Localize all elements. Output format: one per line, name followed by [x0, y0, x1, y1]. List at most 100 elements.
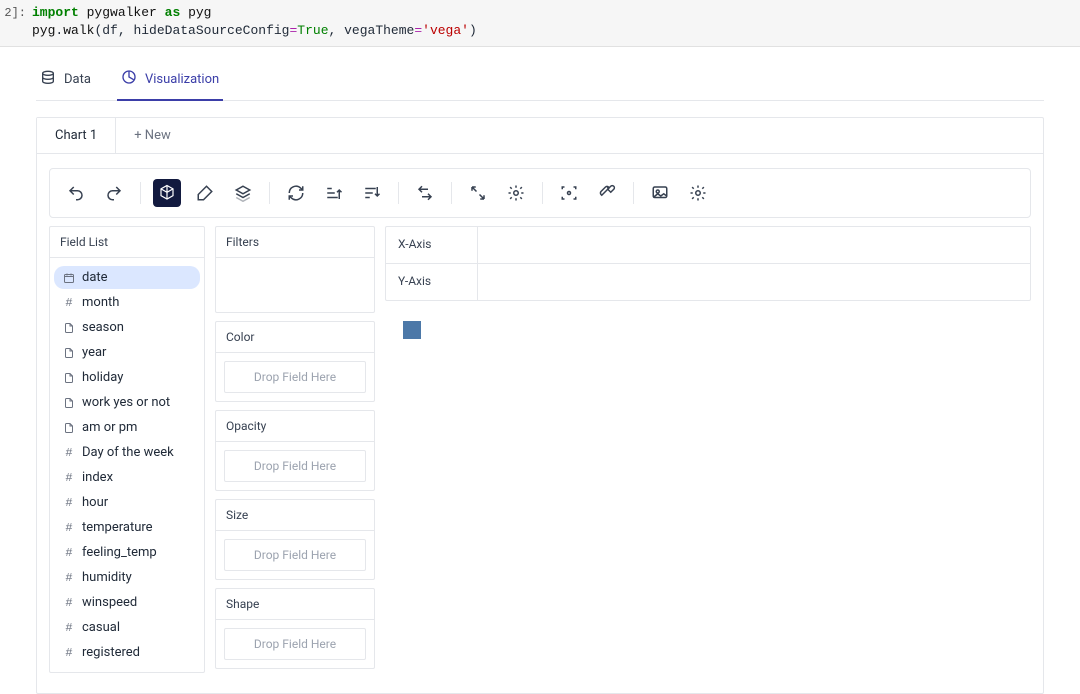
field-holiday[interactable]: holiday: [54, 366, 200, 389]
field-Day-of-the-week[interactable]: # Day of the week: [54, 441, 200, 464]
quant-type-icon: #: [62, 646, 76, 660]
field-index[interactable]: # index: [54, 466, 200, 489]
quant-type-icon: #: [62, 546, 76, 560]
output-area: Data Visualization Chart 1 + New: [0, 47, 1080, 694]
y-axis-shelf: Y-Axis: [386, 264, 1030, 300]
field-label: temperature: [82, 520, 153, 535]
field-label: work yes or not: [82, 395, 170, 410]
field-label: winspeed: [82, 595, 137, 610]
tab-data-label: Data: [64, 72, 91, 87]
field-winspeed[interactable]: # winspeed: [54, 591, 200, 614]
tab-data[interactable]: Data: [36, 61, 95, 100]
field-label: humidity: [82, 570, 132, 585]
date-type-icon: [62, 272, 76, 284]
chart-tab-active[interactable]: Chart 1: [37, 118, 116, 153]
shape-dropzone[interactable]: Drop Field Here: [224, 628, 366, 660]
field-label: index: [82, 470, 113, 485]
redo-button[interactable]: [100, 179, 128, 207]
canvas-column: X-Axis Y-Axis: [385, 226, 1031, 681]
nominal-type-icon: [62, 372, 76, 384]
quant-type-icon: #: [62, 596, 76, 610]
scan-button[interactable]: [555, 179, 583, 207]
y-axis-dropzone[interactable]: [478, 264, 1030, 300]
axis-shelves: X-Axis Y-Axis: [385, 226, 1031, 301]
color-panel: Color Drop Field Here: [215, 321, 375, 402]
export-image-button[interactable]: [646, 179, 674, 207]
sort-desc-button[interactable]: [358, 179, 386, 207]
opacity-panel: Opacity Drop Field Here: [215, 410, 375, 491]
field-feeling_temp[interactable]: # feeling_temp: [54, 541, 200, 564]
field-label: date: [82, 270, 108, 285]
mark-type-button[interactable]: [191, 179, 219, 207]
viz-frame: Chart 1 + New: [36, 117, 1044, 694]
x-axis-dropzone[interactable]: [478, 227, 1030, 263]
field-hour[interactable]: #hour: [54, 491, 200, 514]
size-dropzone[interactable]: Drop Field Here: [224, 539, 366, 571]
field-label: feeling_temp: [82, 545, 157, 560]
field-casual[interactable]: #casual: [54, 616, 200, 639]
field-am-or-pm[interactable]: am or pm: [54, 416, 200, 439]
default-mark: [403, 321, 421, 339]
field-month[interactable]: # month: [54, 291, 200, 314]
field-work-yes-or-not[interactable]: work yes or not: [54, 391, 200, 414]
refresh-button[interactable]: [282, 179, 310, 207]
field-year[interactable]: year: [54, 341, 200, 364]
field-label: Day of the week: [82, 445, 174, 460]
chart-tab-new[interactable]: + New: [116, 118, 189, 153]
field-date[interactable]: date: [54, 266, 200, 289]
config-button[interactable]: [593, 179, 621, 207]
top-tabs: Data Visualization: [36, 61, 1044, 101]
nominal-type-icon: [62, 322, 76, 334]
size-panel: Size Drop Field Here: [215, 499, 375, 580]
field-registered[interactable]: # registered: [54, 641, 200, 664]
stack-button[interactable]: [229, 179, 257, 207]
tab-visualization[interactable]: Visualization: [117, 61, 223, 101]
sort-asc-button[interactable]: [320, 179, 348, 207]
field-temperature[interactable]: # temperature: [54, 516, 200, 539]
shape-panel: Shape Drop Field Here: [215, 588, 375, 669]
toolbar: [49, 168, 1031, 218]
transpose-button[interactable]: [411, 179, 439, 207]
layout-button[interactable]: [464, 179, 492, 207]
database-icon: [40, 70, 56, 90]
quant-type-icon: #: [62, 296, 76, 310]
filters-dropzone[interactable]: [216, 258, 374, 312]
nominal-type-icon: [62, 397, 76, 409]
field-list-panel: Field List date # month season year holiday wo…: [49, 226, 205, 673]
field-label: season: [82, 320, 124, 335]
nominal-type-icon: [62, 422, 76, 434]
workspace: Field List date # month season year holiday wo…: [37, 226, 1043, 693]
field-label: am or pm: [82, 420, 137, 435]
undo-button[interactable]: [62, 179, 90, 207]
field-list-column: Field List date # month season year holiday wo…: [49, 226, 205, 681]
chart-canvas[interactable]: [385, 311, 1031, 345]
aggregation-toggle[interactable]: [153, 179, 181, 207]
field-label: year: [82, 345, 106, 360]
field-list-header: Field List: [50, 227, 204, 258]
quant-type-icon: #: [62, 496, 76, 510]
field-label: month: [82, 295, 119, 310]
channels-column: Filters Color Drop Field Here Opacity Dr…: [215, 226, 375, 681]
field-label: casual: [82, 620, 120, 635]
field-label: holiday: [82, 370, 123, 385]
chart-tab-row: Chart 1 + New: [37, 118, 1043, 154]
field-humidity[interactable]: # humidity: [54, 566, 200, 589]
field-season[interactable]: season: [54, 316, 200, 339]
export-settings-button[interactable]: [684, 179, 712, 207]
x-axis-shelf: X-Axis: [386, 227, 1030, 264]
color-dropzone[interactable]: Drop Field Here: [224, 361, 366, 393]
field-label: registered: [82, 645, 140, 660]
chart-icon: [121, 69, 137, 89]
nominal-type-icon: [62, 347, 76, 359]
quant-type-icon: #: [62, 521, 76, 535]
field-list-body: date # month season year holiday work yes or n…: [50, 258, 204, 672]
code-cell: 2]: import pygwalker as pyg pyg.walk(df,…: [0, 0, 1080, 47]
opacity-dropzone[interactable]: Drop Field Here: [224, 450, 366, 482]
quant-type-icon: #: [62, 571, 76, 585]
quant-type-icon: #: [62, 471, 76, 485]
tab-viz-label: Visualization: [145, 72, 219, 87]
quant-type-icon: #: [62, 446, 76, 460]
code-block[interactable]: import pygwalker as pyg pyg.walk(df, hid…: [32, 4, 477, 40]
filters-panel: Filters: [215, 226, 375, 313]
layout-settings-button[interactable]: [502, 179, 530, 207]
